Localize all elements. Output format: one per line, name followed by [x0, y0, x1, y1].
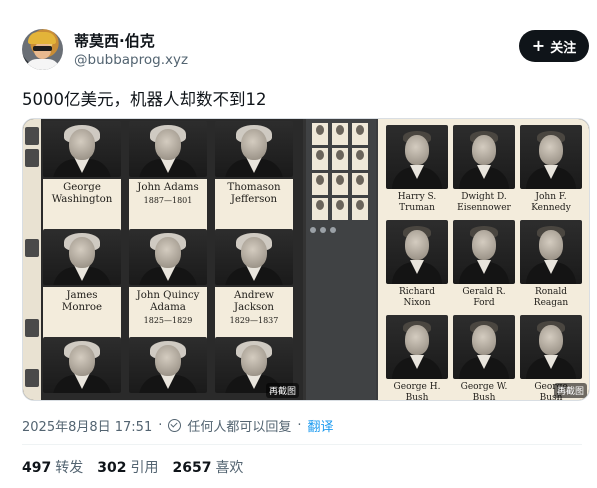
translate-link[interactable]: 翻译 — [308, 416, 334, 435]
media-image-1[interactable]: George Washington John Adams 1887—1801 Thom… — [23, 119, 303, 400]
pane-toolbar — [310, 227, 372, 233]
portrait-image — [129, 337, 207, 393]
divider — [22, 444, 582, 445]
portrait-image — [520, 315, 582, 379]
stat-retweets[interactable]: 497 转发 — [22, 457, 83, 477]
portrait-image — [453, 125, 515, 189]
author-avatar[interactable] — [22, 29, 63, 70]
mini-thumbnail — [332, 198, 348, 220]
portrait-caption: Ronald Reagan — [520, 286, 582, 314]
stat-quotes[interactable]: 302 引用 — [97, 457, 158, 477]
mini-thumbnail — [312, 123, 328, 145]
author-handle[interactable]: @bubbaprog.xyz — [74, 52, 188, 68]
portrait-image — [520, 220, 582, 284]
portrait-image — [43, 337, 121, 393]
portrait-caption: Richard Nixon — [386, 286, 448, 314]
mini-thumbnail — [352, 198, 368, 220]
portrait-image — [386, 315, 448, 379]
follow-button-label: 关注 — [550, 40, 577, 56]
portrait-image — [386, 125, 448, 189]
avatar-sunglasses — [33, 46, 52, 51]
portrait-image — [43, 229, 121, 285]
tweet-stats: 497 转发 302 引用 2657 喜欢 — [22, 457, 243, 477]
plus-icon: + — [531, 36, 546, 55]
follow-button[interactable]: + 关注 — [519, 30, 589, 62]
portrait-caption: John Quincy Adama 1825—1829 — [129, 287, 207, 341]
portrait-caption: James Monroe — [43, 287, 121, 341]
portrait-image — [453, 220, 515, 284]
reply-restriction-icon — [168, 419, 182, 432]
mini-thumbnail — [312, 173, 328, 195]
image-watermark: 再截图 — [265, 383, 299, 398]
portrait-image — [520, 125, 582, 189]
reply-setting: 任何人都可以回复 — [187, 420, 292, 435]
image-side-strip — [23, 119, 41, 400]
image-side-pane — [306, 119, 376, 400]
portrait-caption: Harry S. Truman — [386, 191, 448, 219]
stat-likes[interactable]: 2657 喜欢 — [172, 457, 243, 477]
portrait-image — [129, 121, 207, 177]
media-image-2[interactable]: Harry S. Truman Dwight D. Eisennower John … — [306, 119, 589, 400]
portrait-image — [215, 229, 293, 285]
mini-thumbnail — [332, 148, 348, 170]
strip-thumbnail — [25, 319, 39, 337]
author-display-name[interactable]: 蒂莫西·伯克 — [74, 30, 155, 51]
tweet-media: George Washington John Adams 1887—1801 Thom… — [22, 118, 590, 401]
mini-thumbnail — [352, 148, 368, 170]
portrait-caption: George Washington — [43, 179, 121, 233]
meta-separator: · — [158, 418, 163, 433]
strip-thumbnail — [25, 127, 39, 145]
mini-thumbnail — [352, 173, 368, 195]
portrait-image — [386, 220, 448, 284]
tweet-header: 蒂莫西·伯克 @bubbaprog.xyz + 关注 — [22, 26, 589, 76]
tweet-meta: 2025年8月8日 17:51 · 任何人都可以回复 · 翻译 — [22, 416, 334, 435]
mini-thumbnail — [312, 198, 328, 220]
portrait-caption: George H. Bush — [386, 381, 448, 400]
portrait-caption: Thomason Jefferson — [215, 179, 293, 233]
avatar-cap — [28, 32, 56, 44]
strip-thumbnail — [25, 369, 39, 387]
mini-thumbnail — [312, 148, 328, 170]
portrait-caption: John Adams 1887—1801 — [129, 179, 207, 233]
portrait-image — [129, 229, 207, 285]
portrait-caption: Dwight D. Eisennower — [453, 191, 515, 219]
portrait-caption: Andrew Jackson 1829—1837 — [215, 287, 293, 341]
portrait-sheet: Harry S. Truman Dwight D. Eisennower John … — [378, 119, 589, 400]
mini-thumbnail — [332, 123, 348, 145]
image-watermark: 再截图 — [553, 383, 587, 398]
portrait-image — [215, 121, 293, 177]
mini-thumbnail — [352, 123, 368, 145]
avatar-shirt — [25, 59, 60, 70]
portrait-image — [43, 121, 121, 177]
portrait-caption: George W. Bush — [453, 381, 515, 400]
portrait-caption: Gerald R. Ford — [453, 286, 515, 314]
tweet-text: 5000亿美元，机器人却数不到12 — [22, 90, 267, 109]
portrait-caption: John F. Kennedy — [520, 191, 582, 219]
meta-separator: · — [297, 418, 302, 433]
portrait-image — [453, 315, 515, 379]
tweet-timestamp[interactable]: 2025年8月8日 17:51 — [22, 416, 152, 435]
mini-thumbnail — [332, 173, 348, 195]
strip-thumbnail — [25, 149, 39, 167]
strip-thumbnail — [25, 239, 39, 257]
